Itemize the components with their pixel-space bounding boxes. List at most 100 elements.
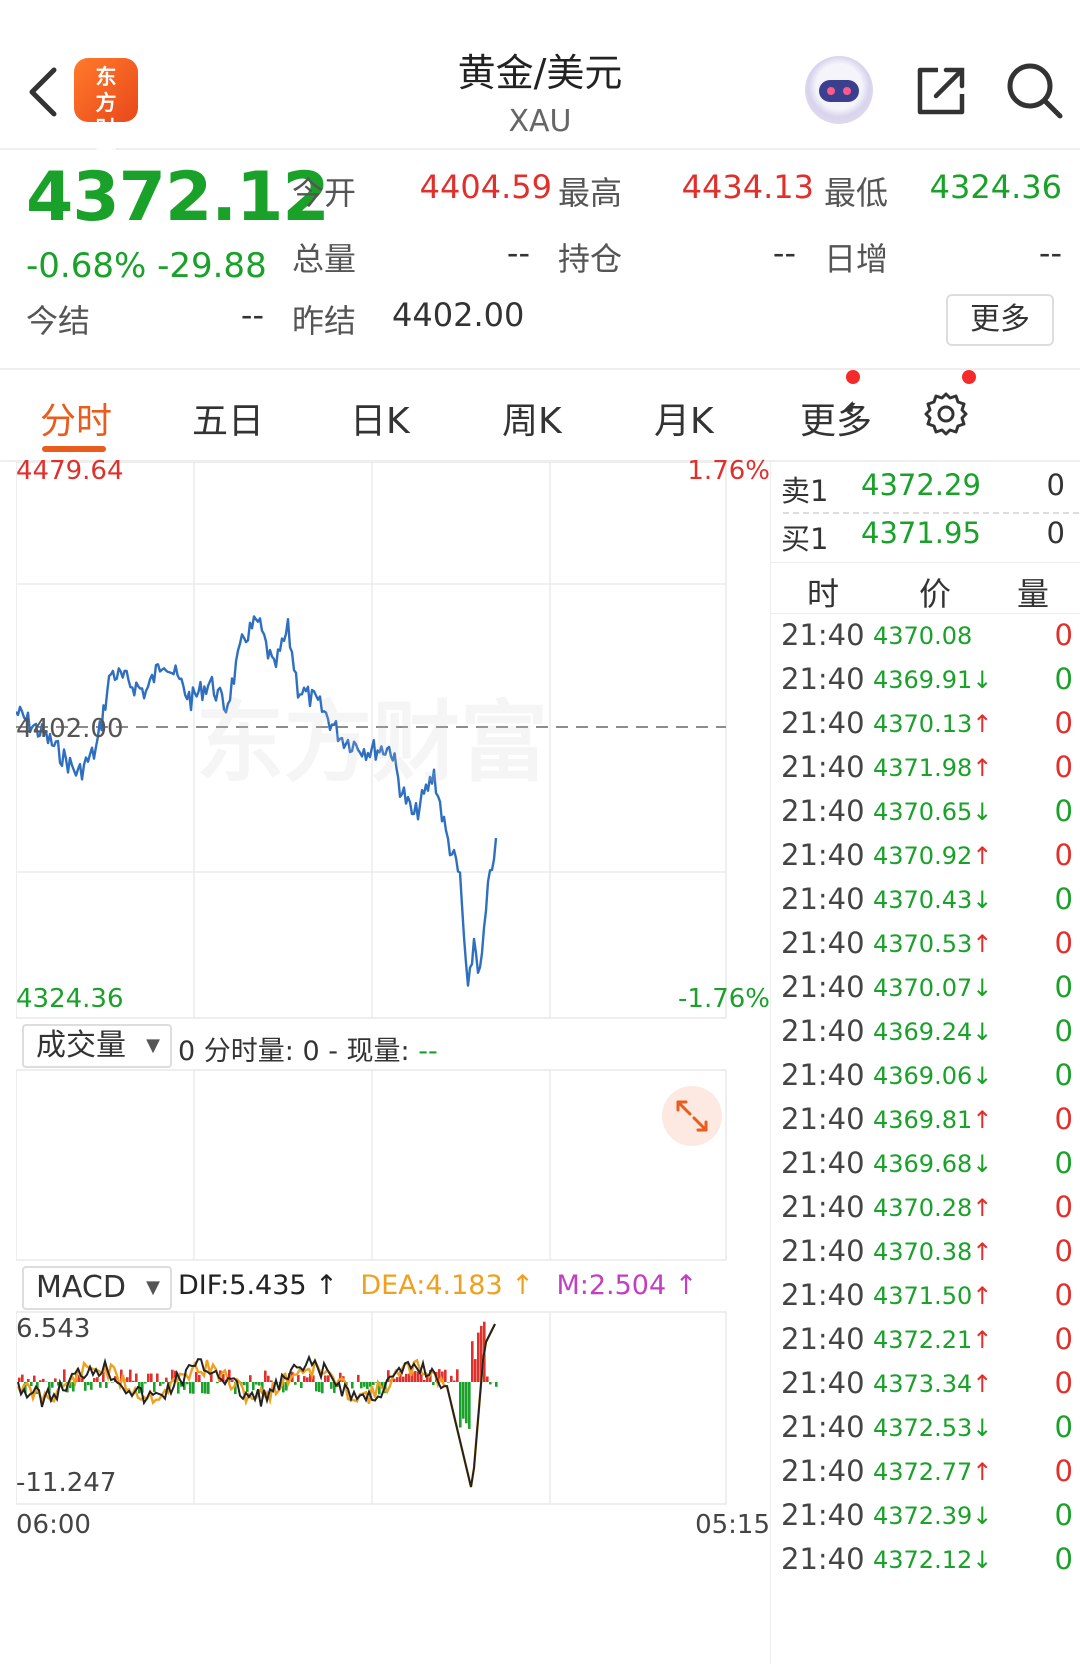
tick-price: 4370.08 bbox=[873, 622, 972, 650]
tick-price-value: 4370.07 bbox=[873, 974, 973, 1002]
time-axis-end: 05:15 bbox=[695, 1510, 770, 1540]
tab-0[interactable]: 分时 bbox=[40, 392, 112, 444]
tick-arrow-icon: ↓ bbox=[972, 886, 993, 914]
tick-time: 21:40 bbox=[781, 970, 865, 1004]
tick-time: 21:40 bbox=[781, 1102, 865, 1136]
time-axis-start: 06:00 bbox=[16, 1510, 91, 1540]
macd-bar bbox=[474, 1359, 477, 1382]
tick-row: 21:40 4372.53↓ 0 bbox=[781, 1410, 1079, 1454]
tick-price: 4370.13↑ bbox=[873, 710, 992, 738]
macd-bar bbox=[156, 1373, 159, 1382]
macd-bar bbox=[147, 1373, 150, 1382]
tick-time: 21:40 bbox=[781, 794, 865, 828]
share-icon[interactable] bbox=[914, 62, 970, 118]
more-quote-button[interactable]: 更多 bbox=[946, 294, 1054, 346]
orderbook-qty: 0 bbox=[1046, 468, 1065, 502]
tick-price-value: 4372.21 bbox=[873, 1326, 973, 1354]
more-tab-corner-icon: ◢ bbox=[842, 398, 853, 414]
dif-value: DIF:5.435 ↑ bbox=[178, 1270, 338, 1301]
tick-price-value: 4371.98 bbox=[873, 754, 973, 782]
tick-qty: 0 bbox=[1054, 970, 1073, 1004]
macd-bar bbox=[468, 1382, 471, 1429]
quote-label: 最高 bbox=[558, 174, 623, 212]
macd-bar bbox=[33, 1375, 36, 1382]
tab-2[interactable]: 日K bbox=[350, 392, 410, 444]
tick-qty: 0 bbox=[1054, 1366, 1073, 1400]
quote-label: 总量 bbox=[292, 240, 357, 278]
macd-bar bbox=[324, 1375, 327, 1382]
tab-5[interactable]: 更多 bbox=[800, 392, 872, 444]
settings-red-dot bbox=[962, 370, 976, 384]
macd-select-label: MACD bbox=[36, 1270, 126, 1305]
bid-row: 买1 4371.95 0 bbox=[781, 516, 1077, 562]
macd-bar bbox=[270, 1380, 273, 1382]
tab-4[interactable]: 月K bbox=[654, 392, 714, 444]
quote-label: 今开 bbox=[292, 174, 357, 212]
macd-bar bbox=[126, 1377, 129, 1382]
tick-price: 4372.77↑ bbox=[873, 1458, 992, 1486]
tick-time: 21:40 bbox=[781, 838, 865, 872]
tick-row: 21:40 4369.06↓ 0 bbox=[781, 1058, 1079, 1102]
tick-qty: 0 bbox=[1054, 1190, 1073, 1224]
volume-panel-frame bbox=[16, 1069, 727, 1261]
tick-price: 4370.28↑ bbox=[873, 1194, 992, 1222]
tick-time: 21:40 bbox=[781, 750, 865, 784]
tick-row: 21:40 4372.12↓ 0 bbox=[781, 1542, 1079, 1586]
tick-arrow-icon: ↑ bbox=[972, 930, 993, 958]
settings-gear-icon[interactable] bbox=[922, 390, 970, 438]
orderbook-price: 4371.95 bbox=[861, 516, 981, 550]
volume-indicator-select[interactable]: 成交量 ▼ bbox=[22, 1024, 172, 1068]
macd-bar bbox=[90, 1382, 93, 1390]
assistant-robot-icon[interactable] bbox=[805, 56, 873, 124]
tick-price-value: 4369.68 bbox=[873, 1150, 973, 1178]
tab-1[interactable]: 五日 bbox=[192, 392, 264, 444]
tick-row: 21:40 4370.65↓ 0 bbox=[781, 794, 1079, 838]
search-icon[interactable] bbox=[1004, 60, 1064, 120]
intraday-chart[interactable]: 4479.64 1.76% 4402.00 4324.36 -1.76% 东方财… bbox=[16, 456, 770, 1642]
tick-arrow-icon: ↓ bbox=[972, 1546, 993, 1574]
macd-axis-low: -11.247 bbox=[16, 1468, 117, 1498]
tick-row: 21:40 4370.38↑ 0 bbox=[781, 1234, 1079, 1278]
expand-chart-button[interactable] bbox=[662, 1086, 722, 1146]
macd-bar bbox=[96, 1377, 99, 1382]
tick-price: 4369.91↓ bbox=[873, 666, 992, 694]
tick-row: 21:40 4372.39↓ 0 bbox=[781, 1498, 1079, 1542]
tick-qty: 0 bbox=[1054, 1058, 1073, 1092]
tick-row: 21:40 4369.68↓ 0 bbox=[781, 1146, 1079, 1190]
macd-bar bbox=[162, 1382, 165, 1384]
macd-bar bbox=[321, 1382, 324, 1394]
change-amount: -29.88 bbox=[157, 246, 267, 286]
macd-bar bbox=[186, 1382, 189, 1385]
quote-value: 4404.59 bbox=[419, 168, 552, 206]
tick-price: 4371.50↑ bbox=[873, 1282, 992, 1310]
macd-bar bbox=[144, 1382, 147, 1384]
tick-price: 4370.92↑ bbox=[873, 842, 992, 870]
tick-time: 21:40 bbox=[781, 618, 865, 652]
tick-qty: 0 bbox=[1054, 618, 1073, 652]
volume-info-text: 0 分时量: 0 - 现量: bbox=[178, 1036, 410, 1067]
tick-qty: 0 bbox=[1054, 1146, 1073, 1180]
tick-time: 21:40 bbox=[781, 1498, 865, 1532]
tick-price-value: 4369.06 bbox=[873, 1062, 973, 1090]
tab-3[interactable]: 周K bbox=[502, 392, 562, 444]
macd-bar bbox=[177, 1382, 180, 1394]
macd-bar bbox=[318, 1382, 321, 1392]
last-price: 4372.12 bbox=[26, 158, 330, 237]
macd-bar bbox=[450, 1375, 453, 1382]
watermark: 东方财富 bbox=[196, 691, 549, 794]
tick-price-value: 4369.81 bbox=[873, 1106, 973, 1134]
macd-bar bbox=[396, 1377, 399, 1382]
tick-qty: 0 bbox=[1054, 1278, 1073, 1312]
active-tab-indicator bbox=[42, 446, 106, 452]
tick-price: 4369.68↓ bbox=[873, 1150, 992, 1178]
ticks-header-time: 时 bbox=[807, 575, 840, 613]
dif-line bbox=[17, 1323, 496, 1488]
macd-indicator-select[interactable]: MACD ▼ bbox=[22, 1266, 172, 1310]
macd-bar bbox=[84, 1382, 87, 1391]
tick-arrow-icon: ↓ bbox=[972, 1018, 993, 1046]
tick-arrow-icon: ↑ bbox=[972, 1282, 993, 1310]
tick-time: 21:40 bbox=[781, 926, 865, 960]
macd-bar bbox=[444, 1369, 447, 1382]
macd-bar bbox=[414, 1371, 417, 1382]
tick-time: 21:40 bbox=[781, 1014, 865, 1048]
